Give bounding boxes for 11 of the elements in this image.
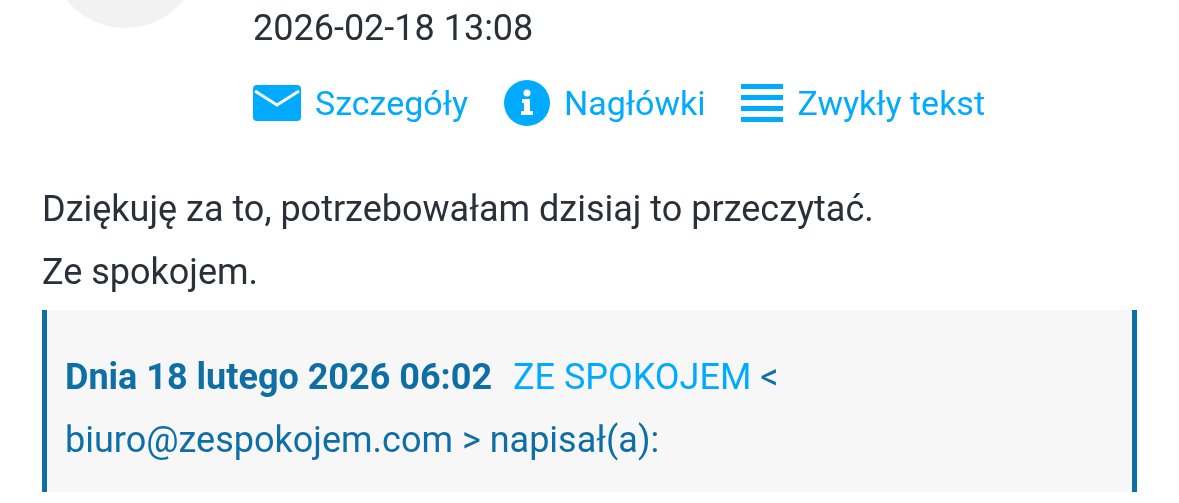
message-text: Ze spokojem. bbox=[42, 250, 260, 295]
quote-header: Dnia 18 lutego 2026 06:02 ZE SPOKOJEM < biuro@zespokojem.com > napisał(a): bbox=[65, 355, 780, 463]
header-link[interactable]: Szczegóły bbox=[253, 83, 468, 123]
sender-link[interactable]: ZE SPOKOJEM bbox=[513, 356, 752, 398]
header-link[interactable]: Nagłówki bbox=[504, 80, 706, 126]
info-icon bbox=[504, 80, 550, 126]
message-text: Dziękuję za to, potrzebowałam dzisiaj to przeczytać. bbox=[42, 187, 875, 232]
message-date: 2026-02-18 13:08 bbox=[253, 8, 535, 48]
header-link[interactable]: Zwykły tekst bbox=[741, 82, 986, 124]
list-icon bbox=[741, 82, 784, 124]
envelope-icon bbox=[253, 85, 301, 121]
